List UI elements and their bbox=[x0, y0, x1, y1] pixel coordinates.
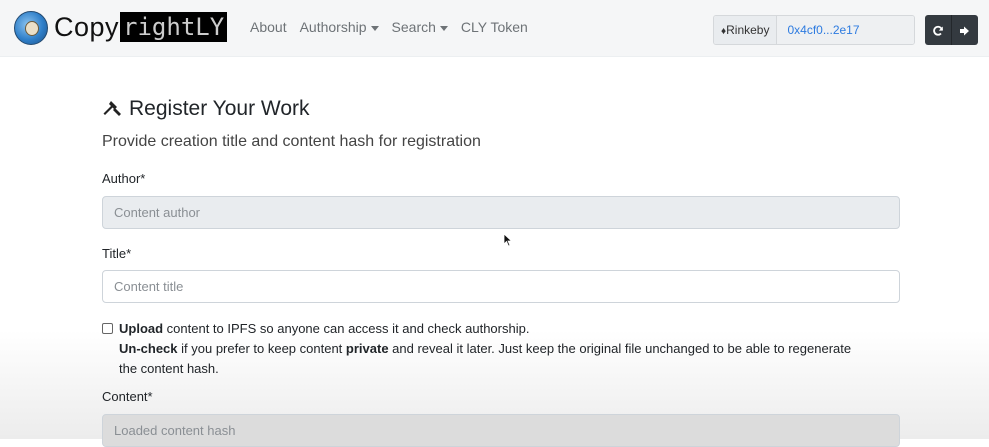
upload-strong: Upload bbox=[119, 321, 164, 336]
uncheck-strong: Un-check bbox=[119, 341, 178, 356]
nav-links: About Authorship Search CLY Token bbox=[250, 19, 541, 35]
account-address[interactable]: 0x4cf0...2e17 bbox=[777, 16, 915, 44]
content-hash-field[interactable]: Loaded content hash bbox=[102, 414, 900, 447]
mouse-pointer-icon bbox=[503, 233, 513, 247]
logo-icon[interactable] bbox=[14, 11, 48, 45]
gavel-icon bbox=[103, 101, 121, 116]
logo[interactable]: Copy rightLY bbox=[54, 9, 228, 45]
refresh-button[interactable] bbox=[925, 15, 951, 45]
page-title-text: Register Your Work bbox=[129, 97, 310, 120]
network-badge: ♦Rinkeby bbox=[714, 16, 778, 44]
uncheck-text: if you prefer to keep content bbox=[177, 341, 346, 356]
chevron-down-icon bbox=[439, 25, 448, 31]
upload-option: Upload content to IPFS so anyone can acc… bbox=[102, 319, 862, 379]
uncheck-description: Un-check if you prefer to keep content p… bbox=[119, 339, 862, 379]
sign-out-icon bbox=[960, 26, 969, 36]
nav-cly-token[interactable]: CLY Token bbox=[461, 19, 528, 35]
nav-authorship-label: Authorship bbox=[299, 19, 367, 35]
title-field[interactable]: Content title bbox=[102, 270, 900, 303]
logo-text-plain: Copy bbox=[54, 12, 120, 42]
upload-description: Upload content to IPFS so anyone can acc… bbox=[119, 319, 862, 339]
network-name: Rinkeby bbox=[726, 23, 770, 37]
upload-checkbox[interactable] bbox=[102, 323, 113, 334]
nav-search-label: Search bbox=[391, 19, 436, 35]
nav-authorship[interactable]: Authorship bbox=[300, 19, 379, 35]
nav-search[interactable]: Search bbox=[392, 19, 448, 35]
nav-about[interactable]: About bbox=[250, 19, 287, 35]
title-label: Title* bbox=[102, 246, 132, 261]
upload-text: content to IPFS so anyone can access it … bbox=[163, 321, 530, 336]
chevron-down-icon bbox=[370, 25, 379, 31]
refresh-icon bbox=[933, 25, 943, 36]
logo-text-dark: rightLY bbox=[120, 12, 228, 42]
page-title: Register Your Work bbox=[102, 97, 310, 121]
page-subtitle: Provide creation title and content hash … bbox=[102, 133, 481, 150]
private-strong: private bbox=[345, 341, 389, 356]
content-label: Content* bbox=[102, 389, 153, 404]
account-group: ♦Rinkeby 0x4cf0...2e17 bbox=[713, 15, 916, 45]
navbar: Copy rightLY About Authorship Search CLY … bbox=[0, 0, 989, 57]
sign-out-button[interactable] bbox=[951, 15, 978, 45]
author-field[interactable]: Content author bbox=[102, 196, 900, 229]
author-label: Author* bbox=[102, 171, 146, 186]
